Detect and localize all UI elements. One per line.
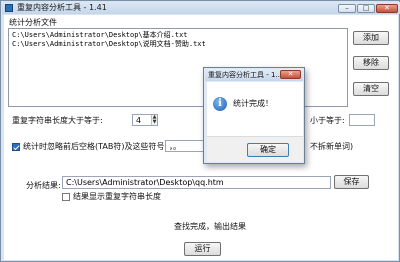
run-button[interactable]: 运行 — [184, 242, 221, 256]
add-button[interactable]: 添加 — [353, 31, 389, 45]
ignore-symbols-input[interactable]: ，。 — [165, 140, 205, 152]
main-window: 重复内容分析工具 - 1.41 – □ ✕ 统计分析文件 C:\Users\Ad… — [0, 0, 400, 262]
min-length-label: 重复字符串长度大于等于: — [12, 116, 103, 125]
files-group-label: 统计分析文件 — [9, 18, 57, 27]
min-length-value: 4 — [136, 116, 142, 125]
show-length-label: 结果显示重复字符串长度 — [73, 192, 161, 201]
file-list-item[interactable]: C:\Users\Administrator\Desktop\基本介绍.txt — [12, 31, 344, 40]
dialog-body: i 统计完成！ 确定 — [207, 82, 303, 162]
max-length-label: 小于等于: — [310, 116, 345, 125]
completion-dialog: 重复内容分析工具 - 1... ✕ i 统计完成！ 确定 — [203, 67, 305, 164]
maximize-button[interactable]: □ — [357, 4, 375, 13]
dialog-close-button[interactable]: ✕ — [280, 70, 301, 79]
show-length-checkbox[interactable] — [62, 193, 70, 201]
ok-button[interactable]: 确定 — [247, 143, 289, 157]
ignore-symbols-label: 统计时忽略前后空格(TAB符)及这些符号: — [23, 142, 168, 151]
app-icon — [5, 4, 13, 12]
min-length-spinner[interactable]: 4 ▲ ▼ — [132, 114, 158, 126]
dialog-message: 统计完成！ — [233, 99, 273, 108]
dialog-footer: 确定 — [207, 136, 303, 162]
result-label: 分析结果: — [26, 181, 61, 190]
result-path-input[interactable]: C:\Users\Administrator\Desktop\qq.htm — [62, 176, 331, 189]
spinner-arrows-icon[interactable]: ▲ ▼ — [151, 115, 157, 125]
client-area: 统计分析文件 C:\Users\Administrator\Desktop\基本… — [4, 15, 398, 260]
dialog-title-bar[interactable]: 重复内容分析工具 - 1... ✕ — [205, 69, 303, 81]
file-list-item[interactable]: C:\Users\Administrator\Desktop\说明文档-赞助.t… — [12, 40, 344, 49]
title-bar[interactable]: 重复内容分析工具 - 1.41 – □ ✕ — [2, 2, 400, 14]
window-title: 重复内容分析工具 - 1.41 — [17, 3, 107, 12]
ignore-symbols-checkbox[interactable] — [12, 143, 20, 151]
max-length-input[interactable] — [349, 114, 375, 126]
status-text: 查找完成，输出结果 — [174, 222, 246, 231]
remove-button[interactable]: 移除 — [353, 56, 389, 70]
clear-button[interactable]: 清空 — [353, 82, 389, 96]
minimize-button[interactable]: – — [338, 4, 356, 13]
save-button[interactable]: 保存 — [334, 175, 369, 189]
close-button[interactable]: ✕ — [376, 4, 398, 13]
split-words-note: 不拆新单词) — [310, 142, 354, 151]
info-icon: i — [213, 97, 227, 111]
dialog-title: 重复内容分析工具 - 1... — [208, 71, 283, 79]
